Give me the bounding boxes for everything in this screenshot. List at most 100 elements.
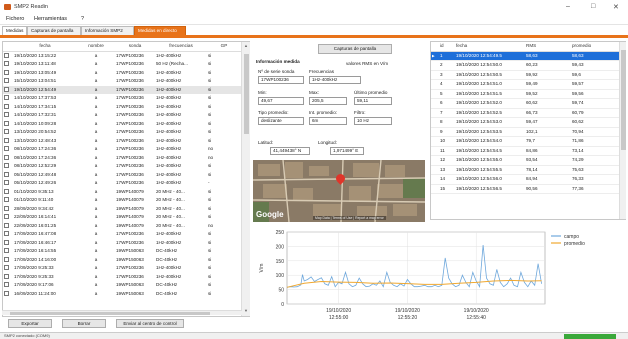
scroll-down-icon[interactable]: ▼ [244, 308, 248, 313]
checkbox[interactable] [4, 61, 9, 67]
table-row[interactable]: 22/09/2020 16:01:25 a 19WP140079 20 MHz - 4… [3, 222, 241, 231]
checkbox[interactable] [4, 163, 9, 169]
row-checkbox[interactable] [3, 230, 13, 239]
row-checkbox[interactable] [3, 51, 13, 60]
row-checkbox[interactable] [3, 264, 13, 273]
row-checkbox[interactable] [3, 171, 13, 180]
table-row[interactable]: 2 19/10/2020 12:54:50.0 60,23 59,43 [431, 60, 619, 71]
row-checkbox[interactable] [3, 154, 13, 163]
checkbox[interactable] [4, 290, 9, 296]
checkbox[interactable] [4, 86, 9, 92]
row-checkbox[interactable] [3, 111, 13, 120]
table-row[interactable]: 14/10/2020 10:09:28 a 17WP100236 1Hz-400kHz… [3, 120, 241, 129]
checkbox[interactable] [4, 248, 9, 254]
checkbox[interactable] [4, 78, 9, 84]
checkbox[interactable] [4, 214, 9, 220]
checkbox[interactable] [4, 69, 9, 75]
row-checkbox[interactable] [3, 222, 13, 231]
menu-help[interactable]: ? [81, 16, 84, 22]
table-row[interactable]: 6 19/10/2020 12:54:52.0 60,62 59,74 [431, 98, 619, 109]
table-row[interactable]: 4 19/10/2020 12:54:51.0 59,49 59,57 [431, 79, 619, 90]
measurements-col-5[interactable]: GP [207, 42, 241, 52]
checkbox[interactable] [4, 197, 9, 203]
tab-medidas-directo[interactable]: Medidas en directo [134, 26, 186, 35]
checkbox[interactable] [4, 265, 9, 271]
table-row[interactable]: 14 19/10/2020 12:54:56.0 84,94 76,33 [431, 174, 619, 185]
delete-button[interactable]: Borrar [62, 319, 106, 328]
table-row[interactable]: 19/10/2020 13:11:48 a 17WP100236 50 Hz (Rec… [3, 60, 241, 69]
row-checkbox[interactable] [3, 77, 13, 86]
readings-scroll-thumb[interactable] [621, 50, 626, 150]
location-map[interactable]: Google Map Data | Terms of Use | Report … [253, 160, 425, 222]
measurements-col-3[interactable]: sonda [115, 42, 155, 52]
checkbox[interactable] [4, 256, 9, 262]
readings-col-3[interactable]: RMS [525, 42, 571, 52]
table-row[interactable]: 17/09/2020 9:17:06 a 19WP150063 DC-40kHz si [3, 281, 241, 290]
checkbox[interactable] [4, 146, 9, 152]
maximize-button[interactable]: □ [591, 3, 595, 10]
table-row[interactable]: 08/10/2020 17:24:36 a 17WP100236 1Hz-400kHz… [3, 145, 241, 154]
export-button[interactable]: Exportar [8, 319, 52, 328]
table-row[interactable]: 05/10/2020 12:49:26 a 17WP100236 1Hz-400kHz… [3, 179, 241, 188]
row-checkbox[interactable] [3, 128, 13, 137]
row-checkbox[interactable] [3, 86, 13, 95]
measurements-hscrollbar[interactable] [2, 310, 242, 315]
row-checkbox[interactable] [3, 273, 13, 282]
row-checkbox[interactable] [3, 213, 13, 222]
table-row[interactable]: 01/10/2020 9:11:40 a 19WP140079 20 MHz - 40… [3, 196, 241, 205]
scroll-thumb[interactable] [244, 54, 249, 134]
checkbox[interactable] [4, 103, 9, 109]
row-checkbox[interactable] [3, 60, 13, 69]
row-checkbox[interactable] [3, 69, 13, 78]
row-checkbox[interactable] [3, 179, 13, 188]
measurements-col-2[interactable]: nombre [77, 42, 115, 52]
table-row[interactable]: 13 19/10/2020 12:54:55.5 78,14 75,63 [431, 165, 619, 175]
table-row[interactable]: 14/10/2020 17:32:31 a 17WP100236 1Hz-400kHz… [3, 111, 241, 120]
map-footer[interactable]: Map Data | Terms of Use | Report a map e… [313, 216, 386, 220]
table-row[interactable]: 17/09/2020 16:46:17 a 17WP100236 1Hz-400kHz… [3, 239, 241, 248]
table-row[interactable]: 11 19/10/2020 12:54:54.5 84,86 73,14 [431, 146, 619, 156]
table-row[interactable]: 19/10/2020 13:15:22 a 17WP100236 1Hz-400kHz… [3, 51, 241, 60]
table-row[interactable]: 01/10/2020 9:35:13 a 19WP140079 20 MHz - 40… [3, 188, 241, 197]
measurements-col-0[interactable] [3, 42, 13, 52]
row-checkbox[interactable] [3, 239, 13, 248]
row-checkbox[interactable] [3, 247, 13, 256]
table-row[interactable]: 9 19/10/2020 12:54:53.5 102,1 70,94 [431, 127, 619, 137]
table-row[interactable]: 17/09/2020 16:47:08 a 17WP100236 1Hz-400kHz… [3, 230, 241, 239]
table-row[interactable]: 13/10/2020 12:48:43 a 17WP100236 1Hz-400kHz… [3, 137, 241, 146]
table-row[interactable]: 08/10/2020 17:24:36 a 17WP100236 1Hz-400kHz… [3, 154, 241, 163]
checkbox[interactable] [4, 188, 9, 194]
readings-col-4[interactable]: promedio [571, 42, 619, 52]
scroll-up-icon[interactable]: ▲ [244, 43, 248, 48]
checkbox[interactable] [4, 129, 9, 135]
table-row[interactable]: 14/10/2020 17:37:53 a 17WP100236 1Hz-400kHz… [3, 94, 241, 103]
row-checkbox[interactable] [3, 94, 13, 103]
checkbox[interactable] [4, 95, 9, 101]
checkbox[interactable] [4, 222, 9, 228]
checkbox[interactable] [4, 239, 9, 245]
table-row[interactable]: 19/10/2020 12:54:49 a 17WP100236 1Hz-400kHz… [3, 85, 241, 95]
table-row[interactable]: ▶ 1 19/10/2020 12:54:49.5 58,63 58,63 [431, 51, 619, 61]
table-row[interactable]: 14/10/2020 17:34:15 a 17WP100236 1Hz-400kHz… [3, 103, 241, 112]
hscroll-thumb[interactable] [10, 312, 210, 315]
table-row[interactable]: 22/09/2020 16:14:41 a 19WP140079 20 MHz - 4… [3, 213, 241, 222]
table-row[interactable]: 17/09/2020 9:25:33 a 17WP100236 1Hz-400kHz s… [3, 273, 241, 282]
row-checkbox[interactable] [3, 196, 13, 205]
checkbox[interactable] [4, 154, 9, 160]
row-checkbox[interactable] [3, 205, 13, 214]
tab-capturas[interactable]: Capturas de pantalla [27, 26, 81, 35]
row-checkbox[interactable] [3, 120, 13, 129]
row-checkbox[interactable] [3, 103, 13, 112]
checkbox[interactable] [4, 231, 9, 237]
row-checkbox[interactable] [3, 188, 13, 197]
checkbox[interactable] [4, 120, 9, 126]
table-row[interactable]: 17/09/2020 14:16:00 a 19WP150063 DC-40kHz si [3, 256, 241, 265]
table-row[interactable]: 17/09/2020 16:14:55 a 19WP150063 DC-40kHz si [3, 247, 241, 256]
capture-screen-button[interactable]: Capturas de pantalla [318, 44, 392, 54]
row-checkbox[interactable] [3, 162, 13, 171]
checkbox[interactable] [4, 180, 9, 186]
row-checkbox[interactable] [3, 256, 13, 265]
minimize-button[interactable]: – [566, 3, 570, 10]
tab-medidas[interactable]: Medidas [2, 26, 27, 35]
table-row[interactable]: 7 19/10/2020 12:54:52.5 66,73 60,79 [431, 108, 619, 118]
